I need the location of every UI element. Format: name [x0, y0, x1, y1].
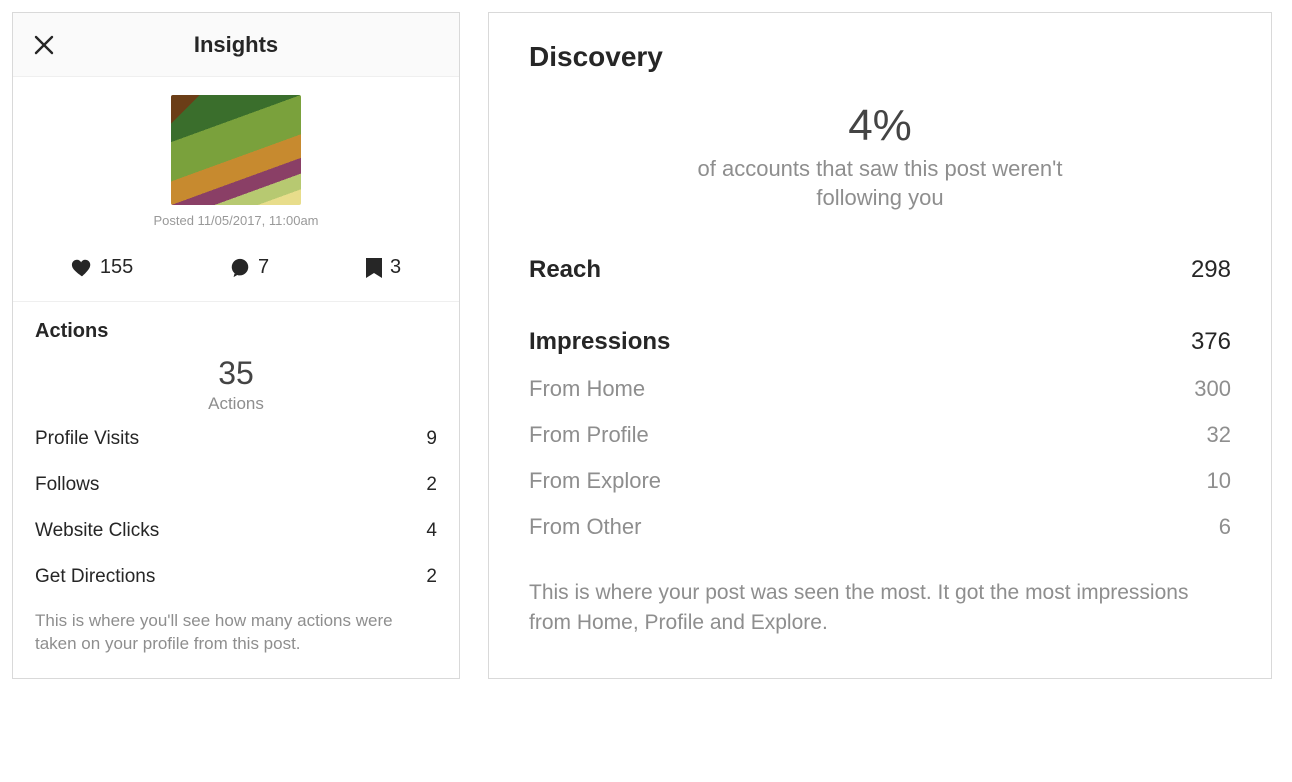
comment-icon — [229, 257, 251, 279]
page-title: Insights — [194, 32, 278, 58]
saves-count: 3 — [390, 256, 401, 279]
likes-stat: 155 — [71, 256, 133, 279]
breakdown-label: From Home — [529, 376, 645, 402]
breakdown-label: From Profile — [529, 422, 649, 448]
breakdown-value: 32 — [1207, 422, 1231, 448]
discovery-panel: Discovery 4% of accounts that saw this p… — [488, 12, 1272, 679]
impressions-breakdown-row: From Explore 10 — [529, 458, 1231, 504]
engagement-row: 155 7 3 — [13, 238, 459, 302]
reach-value: 298 — [1191, 256, 1231, 284]
actions-list: Profile Visits 9 Follows 2 Website Click… — [13, 416, 459, 600]
comments-count: 7 — [258, 256, 269, 279]
impressions-label: Impressions — [529, 328, 670, 356]
breakdown-label: From Other — [529, 514, 641, 540]
actions-total: 35 — [13, 355, 459, 392]
discovery-percent: 4% — [529, 101, 1231, 151]
action-row: Follows 2 — [13, 462, 459, 508]
action-label: Get Directions — [35, 566, 155, 588]
actions-footnote: This is where you'll see how many action… — [13, 600, 459, 678]
action-row: Get Directions 2 — [13, 554, 459, 600]
action-label: Website Clicks — [35, 520, 159, 542]
actions-heading: Actions — [13, 302, 459, 349]
impressions-breakdown-row: From Home 300 — [529, 366, 1231, 412]
breakdown-label: From Explore — [529, 468, 661, 494]
action-label: Profile Visits — [35, 428, 139, 450]
impressions-row: Impressions 376 — [529, 318, 1231, 366]
discovery-footnote: This is where your post was seen the mos… — [529, 578, 1231, 637]
impressions-breakdown-row: From Profile 32 — [529, 412, 1231, 458]
top-bar: Insights — [13, 13, 459, 77]
action-value: 2 — [426, 566, 437, 588]
discovery-heading: Discovery — [529, 41, 1231, 73]
discovery-percent-block: 4% of accounts that saw this post weren'… — [529, 101, 1231, 212]
posted-timestamp: Posted 11/05/2017, 11:00am — [153, 213, 318, 228]
saves-stat: 3 — [365, 256, 401, 279]
bookmark-icon — [365, 257, 383, 279]
action-value: 2 — [426, 474, 437, 496]
breakdown-value: 6 — [1219, 514, 1231, 540]
heart-icon — [71, 257, 93, 279]
actions-total-label: Actions — [13, 394, 459, 414]
impressions-value: 376 — [1191, 328, 1231, 356]
discovery-percent-sub: of accounts that saw this post weren't f… — [670, 155, 1090, 212]
action-value: 9 — [426, 428, 437, 450]
action-row: Profile Visits 9 — [13, 416, 459, 462]
close-button[interactable] — [31, 32, 57, 58]
post-thumbnail[interactable] — [171, 95, 301, 205]
action-value: 4 — [426, 520, 437, 542]
impressions-breakdown-row: From Other 6 — [529, 504, 1231, 550]
comments-stat: 7 — [229, 256, 269, 279]
close-icon — [33, 34, 55, 56]
reach-row: Reach 298 — [529, 246, 1231, 294]
breakdown-value: 300 — [1194, 376, 1231, 402]
insights-panel: Insights Posted 11/05/2017, 11:00am 155 … — [12, 12, 460, 679]
likes-count: 155 — [100, 256, 133, 279]
action-label: Follows — [35, 474, 99, 496]
actions-total-block: 35 Actions — [13, 349, 459, 416]
breakdown-value: 10 — [1207, 468, 1231, 494]
action-row: Website Clicks 4 — [13, 508, 459, 554]
post-preview: Posted 11/05/2017, 11:00am — [13, 77, 459, 238]
reach-label: Reach — [529, 256, 601, 284]
